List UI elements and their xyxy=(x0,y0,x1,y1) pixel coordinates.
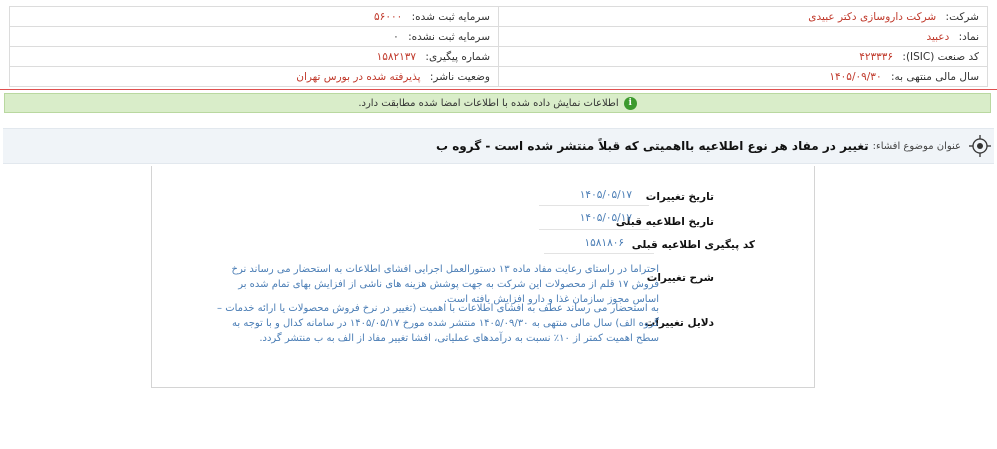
publisher-status-cell: وضعیت ناشر: پذیرفته شده در بورس تهران xyxy=(9,66,499,87)
symbol-cell: نماد: دعبید xyxy=(498,26,988,47)
info-row: کد صنعت (ISIC): ۴۲۳۳۳۶ شماره پیگیری: ۱۵۸… xyxy=(9,46,988,67)
tracking-value: ۱۵۸۲۱۳۷ xyxy=(376,50,417,63)
details-panel: تاریخ تغییرات ۱۴۰۵/۰۵/۱۷ تاریخ اطلاعیه ق… xyxy=(151,166,815,388)
disclosure-title-bar: عنوان موضوع افشاء: تغییر در مفاد هر نوع … xyxy=(3,128,994,164)
registered-capital-value: ۵۶۰۰۰ xyxy=(374,10,403,23)
registered-capital-label: سرمایه ثبت شده: xyxy=(411,10,490,23)
change-date-value: ۱۴۰۵/۰۵/۱۷ xyxy=(579,189,632,201)
isic-label: کد صنعت (ISIC): xyxy=(902,50,979,63)
fiscal-year-label: سال مالی منتهی به: xyxy=(890,70,979,83)
fiscal-year-cell: سال مالی منتهی به: ۱۴۰۵/۰۹/۳۰ xyxy=(498,66,988,87)
subject-title: تغییر در مفاد هر نوع اطلاعیه بااهمیتی که… xyxy=(435,139,869,153)
target-icon xyxy=(969,135,991,157)
registered-capital-cell: سرمایه ثبت شده: ۵۶۰۰۰ xyxy=(9,6,499,27)
subject-label: عنوان موضوع افشاء: xyxy=(872,140,961,152)
publisher-status-label: وضعیت ناشر: xyxy=(429,70,490,83)
separator-line xyxy=(0,89,997,90)
notice-text: اطلاعات نمایش داده شده با اطلاعات امضا ش… xyxy=(358,97,619,109)
company-name[interactable]: شرکت داروسازی دکتر عبیدی xyxy=(808,11,936,23)
company-info-table: شرکت: شرکت داروسازی دکتر عبیدی سرمایه ثب… xyxy=(9,6,988,87)
row-divider xyxy=(544,253,654,254)
company-label: شرکت: xyxy=(945,10,979,23)
info-row: سال مالی منتهی به: ۱۴۰۵/۰۹/۳۰ وضعیت ناشر… xyxy=(9,66,988,87)
unregistered-capital-value: ۰ xyxy=(393,30,399,43)
symbol-label: نماد: xyxy=(958,30,979,43)
unregistered-capital-label: سرمایه ثبت نشده: xyxy=(408,30,490,43)
publisher-status-value: پذیرفته شده در بورس تهران xyxy=(296,70,421,83)
symbol-value[interactable]: دعبید xyxy=(926,31,949,43)
verification-notice: i اطلاعات نمایش داده شده با اطلاعات امضا… xyxy=(4,93,991,113)
info-row: شرکت: شرکت داروسازی دکتر عبیدی سرمایه ثب… xyxy=(9,6,988,27)
fiscal-year-value: ۱۴۰۵/۰۹/۳۰ xyxy=(829,70,882,83)
info-row: نماد: دعبید سرمایه ثبت نشده: ۰ xyxy=(9,26,988,47)
tracking-label: شماره پیگیری: xyxy=(425,50,490,63)
row-divider xyxy=(539,205,649,206)
change-reason-text: به استحضار می رساند عطف به افشای اطلاعات… xyxy=(217,303,659,344)
prev-tracking-value: ۱۵۸۱۸۰۶ xyxy=(584,237,624,249)
company-cell: شرکت: شرکت داروسازی دکتر عبیدی xyxy=(498,6,988,27)
info-icon: i xyxy=(623,96,637,110)
change-date-label: تاریخ تغییرات xyxy=(645,191,714,203)
tracking-cell: شماره پیگیری: ۱۵۸۲۱۳۷ xyxy=(9,46,499,67)
prev-tracking-label: کد پیگیری اطلاعیه قبلی xyxy=(631,239,755,251)
isic-value: ۴۲۳۳۳۶ xyxy=(859,50,894,63)
isic-cell: کد صنعت (ISIC): ۴۲۳۳۳۶ xyxy=(498,46,988,67)
unregistered-capital-cell: سرمایه ثبت نشده: ۰ xyxy=(9,26,499,47)
prev-notice-date-value: ۱۴۰۵/۰۵/۱۷ xyxy=(579,212,632,224)
row-divider xyxy=(539,229,649,230)
